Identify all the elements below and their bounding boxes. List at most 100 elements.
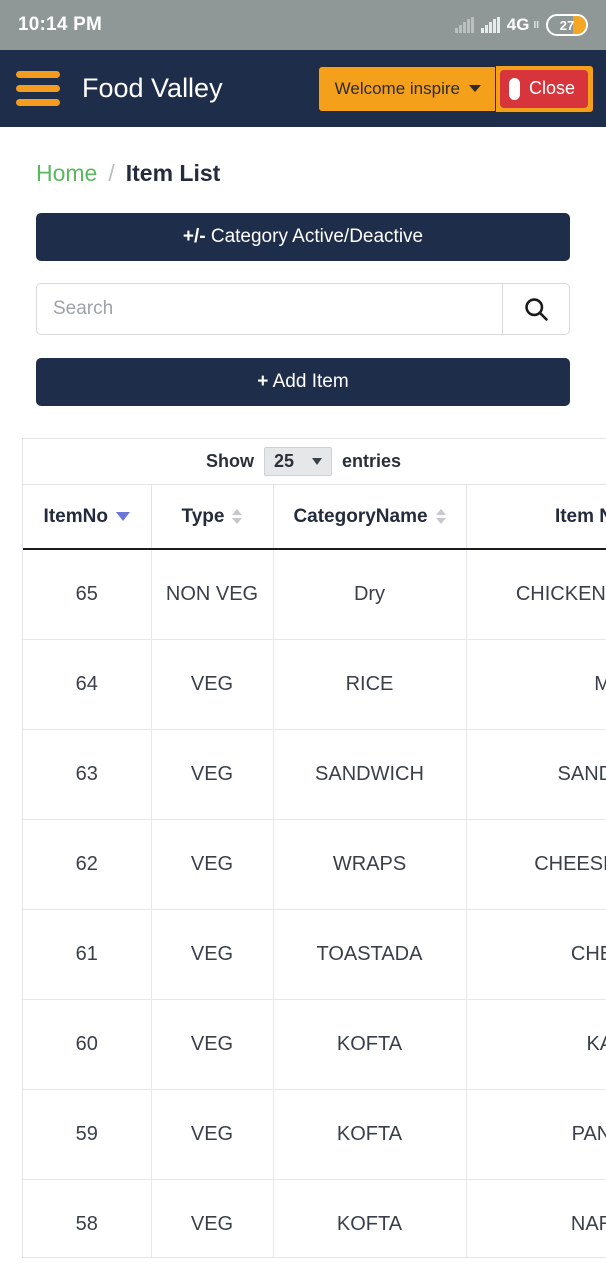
table-row[interactable]: 62VEGWRAPSCHEESE BURST: [23, 819, 606, 910]
table-row[interactable]: 60VEGKOFTAKAJU: [23, 999, 606, 1090]
cell-itemname: CHICKEN LOLLIPOP: [466, 549, 606, 640]
cell-categoryname: KOFTA: [273, 999, 467, 1090]
category-toggle-label: Category Active/Deactive: [205, 226, 424, 247]
cell-type: VEG: [151, 999, 274, 1090]
cell-itemname: PANEER: [466, 1089, 606, 1180]
category-toggle-prefix: +/-: [182, 226, 206, 247]
add-item-label: Add Item: [268, 371, 349, 392]
entries-per-page-select[interactable]: 25: [263, 447, 332, 476]
hamburger-bar: [16, 71, 60, 78]
item-list-table: ItemNo Type CategoryName Item 65 NON VEG…: [23, 485, 606, 1257]
search-button[interactable]: [502, 283, 570, 335]
page-content: +/- Category Active/Deactive + Add Item: [0, 213, 606, 406]
cell-categoryname: Dry: [273, 549, 467, 640]
table-row[interactable]: 61VEGTOASTADACHEESE: [23, 909, 606, 1000]
cell-itemno: 58: [23, 1179, 152, 1257]
breadcrumb: Home / Item List: [0, 127, 606, 187]
power-icon: [508, 77, 520, 100]
column-header-label: CategoryName: [293, 505, 428, 527]
cell-categoryname: TOASTADA: [273, 909, 467, 1000]
table-length-prefix: Show: [205, 451, 254, 471]
cell-type: VEG: [151, 729, 274, 820]
search-input[interactable]: [36, 283, 502, 335]
cell-itemname: MIX: [466, 639, 606, 730]
cell-categoryname: KOFTA: [273, 1089, 467, 1180]
table-head: ItemNo Type CategoryName Item: [23, 485, 606, 550]
close-button-wrapper: Close: [494, 64, 594, 113]
cell-type: VEG: [151, 1089, 274, 1180]
network-sub-label: II: [533, 19, 539, 31]
cell-itemno: 61: [23, 909, 152, 1000]
chevron-down-icon: [468, 85, 481, 92]
chevron-down-icon: [311, 458, 322, 465]
column-header-label: ItemNo: [43, 505, 108, 527]
cell-itemno: 62: [23, 819, 152, 910]
search-row: [36, 283, 570, 335]
cell-type: VEG: [151, 819, 274, 910]
status-indicators: 4G II 27: [454, 14, 588, 36]
cell-itemname: CHEESE: [466, 909, 606, 1000]
status-bar: 10:14 PM 4G II 27: [0, 0, 606, 50]
header-actions: Welcome inspire Close: [317, 64, 594, 113]
table-row[interactable]: 65NON VEGDryCHICKEN LOLLIPOP: [23, 549, 606, 640]
cell-itemname: CHEESE BURST: [466, 819, 606, 910]
table-length-control: Show 25 entries: [23, 439, 606, 485]
network-type-label: 4G: [506, 15, 530, 34]
cell-itemno: 65: [23, 549, 152, 640]
cell-type: VEG: [151, 1179, 274, 1257]
app-header: Food Valley Welcome inspire Close: [0, 50, 606, 127]
signal-bars-icon-sim2: [480, 17, 500, 33]
welcome-user-dropdown[interactable]: Welcome inspire: [317, 65, 495, 112]
sort-descending-icon: [115, 512, 130, 521]
close-button-label: Close: [528, 78, 575, 98]
cell-itemname: SANDWICH: [466, 729, 606, 820]
table-row[interactable]: 59VEGKOFTAPANEER: [23, 1089, 606, 1180]
column-header-itemname[interactable]: Item Name: [466, 485, 606, 550]
cell-itemno: 64: [23, 639, 152, 730]
add-item-button[interactable]: + Add Item: [36, 358, 570, 406]
battery-percent-label: 27: [559, 17, 575, 33]
column-header-categoryname[interactable]: CategoryName: [273, 485, 467, 550]
cell-itemno: 60: [23, 999, 152, 1090]
breadcrumb-home-link[interactable]: Home: [36, 160, 97, 187]
welcome-user-label: Welcome inspire: [334, 78, 460, 98]
table-body: 65NON VEGDryCHICKEN LOLLIPOP64VEGRICEMIX…: [23, 549, 606, 1257]
hamburger-bar: [16, 99, 60, 106]
table-row[interactable]: 64VEGRICEMIX: [23, 639, 606, 730]
column-header-itemno[interactable]: ItemNo: [23, 485, 152, 550]
cell-type: NON VEG: [151, 549, 274, 640]
battery-icon: 27: [546, 14, 588, 36]
search-icon: [525, 298, 548, 321]
column-header-label: Type: [181, 505, 225, 527]
cell-itemname: KAJU: [466, 999, 606, 1090]
entries-per-page-value: 25: [273, 451, 295, 471]
table-row[interactable]: 58VEGKOFTANARGISI: [23, 1179, 606, 1257]
page-body: Home / Item List +/- Category Active/Dea…: [0, 127, 606, 1258]
sort-both-icon: [435, 509, 446, 524]
cell-itemno: 59: [23, 1089, 152, 1180]
table-row[interactable]: 63VEGSANDWICHSANDWICH: [23, 729, 606, 820]
hamburger-bar: [16, 85, 60, 92]
page-title: Item List: [125, 160, 221, 186]
column-header-label: Item Name: [554, 505, 606, 527]
cell-type: VEG: [151, 909, 274, 1000]
add-item-prefix: +: [257, 371, 269, 392]
cell-categoryname: KOFTA: [273, 1179, 467, 1257]
cell-categoryname: SANDWICH: [273, 729, 467, 820]
status-time: 10:14 PM: [18, 14, 102, 35]
cell-type: VEG: [151, 639, 274, 730]
cell-itemname: NARGISI: [466, 1179, 606, 1257]
column-header-type[interactable]: Type: [151, 485, 274, 550]
close-button[interactable]: Close: [499, 69, 588, 108]
table-header-row: ItemNo Type CategoryName Item: [23, 485, 606, 550]
table-length-suffix: entries: [341, 451, 402, 471]
cell-categoryname: RICE: [273, 639, 467, 730]
app-title: Food Valley: [82, 73, 223, 103]
breadcrumb-separator: /: [108, 160, 115, 186]
item-list-table-card: Show 25 entries ItemNo Type CategoryName…: [22, 438, 606, 1258]
hamburger-menu-icon[interactable]: [16, 71, 60, 106]
cell-itemno: 63: [23, 729, 152, 820]
sort-both-icon: [232, 509, 243, 524]
cell-categoryname: WRAPS: [273, 819, 467, 910]
category-active-deactive-button[interactable]: +/- Category Active/Deactive: [36, 213, 570, 261]
